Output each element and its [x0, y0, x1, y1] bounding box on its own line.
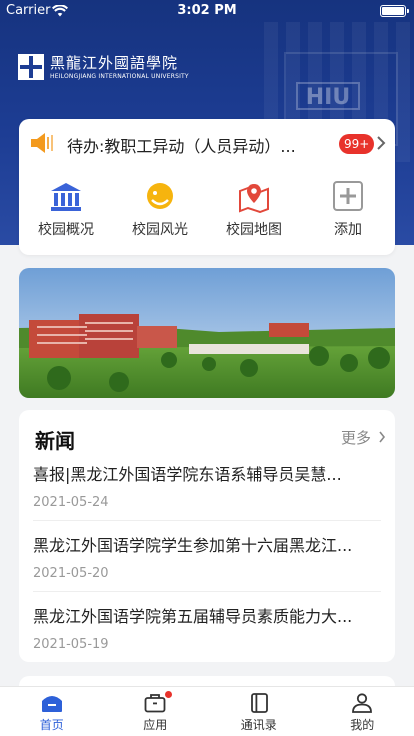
building-icon: [51, 183, 81, 211]
tab-me[interactable]: 我的: [311, 687, 414, 736]
tab-label: 应用: [143, 718, 168, 732]
campus-banner-image[interactable]: [19, 268, 395, 398]
quick-action-campus-map[interactable]: 校园地图: [207, 177, 301, 249]
quick-action-add[interactable]: 添加: [301, 177, 395, 249]
tab-label: 首页: [39, 718, 64, 732]
notice-bar[interactable]: 待办:教职工异动（人员异动）... 99+: [19, 119, 395, 169]
battery-icon: [380, 5, 409, 17]
hiu-watermark: HIU: [296, 82, 360, 110]
tab-contacts[interactable]: 通讯录: [207, 687, 311, 736]
tab-home[interactable]: 首页: [0, 687, 104, 736]
quick-action-campus-overview[interactable]: 校园概况: [19, 177, 113, 249]
notification-dot: [164, 691, 172, 698]
news-headline: 黑龙江外国语学院学生参加第十六届黑龙江...: [33, 536, 353, 555]
sun-icon: [147, 183, 173, 209]
map-pin-icon: [239, 184, 269, 213]
quick-action-campus-scenery[interactable]: 校园风光: [113, 177, 207, 249]
quick-action-label: 校园风光: [132, 222, 188, 238]
news-item[interactable]: 黑龙江外国语学院第五届辅导员素质能力大... 2021-05-19: [33, 603, 381, 655]
news-date: 2021-05-19: [33, 637, 109, 652]
add-icon: [333, 181, 363, 211]
news-section: 新闻 更多 喜报|黑龙江外国语学院东语系辅导员吴慧... 2021-05-24 …: [19, 410, 395, 662]
tab-label: 通讯录: [240, 718, 277, 732]
notice-card: 待办:教职工异动（人员异动）... 99+ 校园概况 校园风光 校园地图 添加: [19, 119, 395, 255]
news-date: 2021-05-24: [33, 495, 109, 510]
briefcase-icon: [144, 694, 166, 713]
contacts-icon: [250, 693, 268, 713]
quick-action-label: 校园地图: [226, 222, 282, 238]
quick-actions: 校园概况 校园风光 校园地图 添加: [19, 177, 395, 249]
news-item[interactable]: 黑龙江外国语学院学生参加第十六届黑龙江... 2021-05-20: [33, 532, 381, 592]
tab-bar: 首页 应用 通讯录 我的: [0, 686, 414, 736]
chevron-right-icon: [379, 431, 386, 443]
tab-label: 我的: [350, 718, 375, 732]
logo-chinese-name: 黑龍江外國語學院: [50, 53, 179, 72]
tab-apps[interactable]: 应用: [104, 687, 208, 736]
home-icon: [41, 696, 62, 712]
news-headline: 黑龙江外国语学院第五届辅导员素质能力大...: [33, 607, 353, 626]
university-logo: 黑龍江外國語學院 HEILONGJIANG INTERNATIONAL UNIV…: [18, 50, 189, 84]
notice-text: 待办:教职工异动（人员异动）...: [67, 137, 296, 156]
speaker-icon: [31, 133, 53, 153]
chevron-right-icon: [377, 136, 386, 150]
news-date: 2021-05-20: [33, 566, 109, 581]
quick-action-label: 校园概况: [38, 222, 94, 238]
status-bar: Carrier 3:02 PM: [0, 0, 414, 22]
emblem-icon: [18, 54, 44, 80]
news-headline: 喜报|黑龙江外国语学院东语系辅导员吴慧...: [33, 465, 342, 484]
campus-photo: [19, 268, 395, 398]
news-title: 新闻: [35, 429, 75, 453]
news-item[interactable]: 喜报|黑龙江外国语学院东语系辅导员吴慧... 2021-05-24: [33, 461, 381, 521]
clock: 3:02 PM: [177, 3, 237, 18]
logo-english-name: HEILONGJIANG INTERNATIONAL UNIVERSITY: [50, 72, 189, 80]
notice-count-badge: 99+: [339, 134, 375, 154]
news-more-link[interactable]: 更多: [341, 427, 371, 448]
user-icon: [352, 693, 373, 713]
quick-action-label: 添加: [334, 222, 362, 238]
